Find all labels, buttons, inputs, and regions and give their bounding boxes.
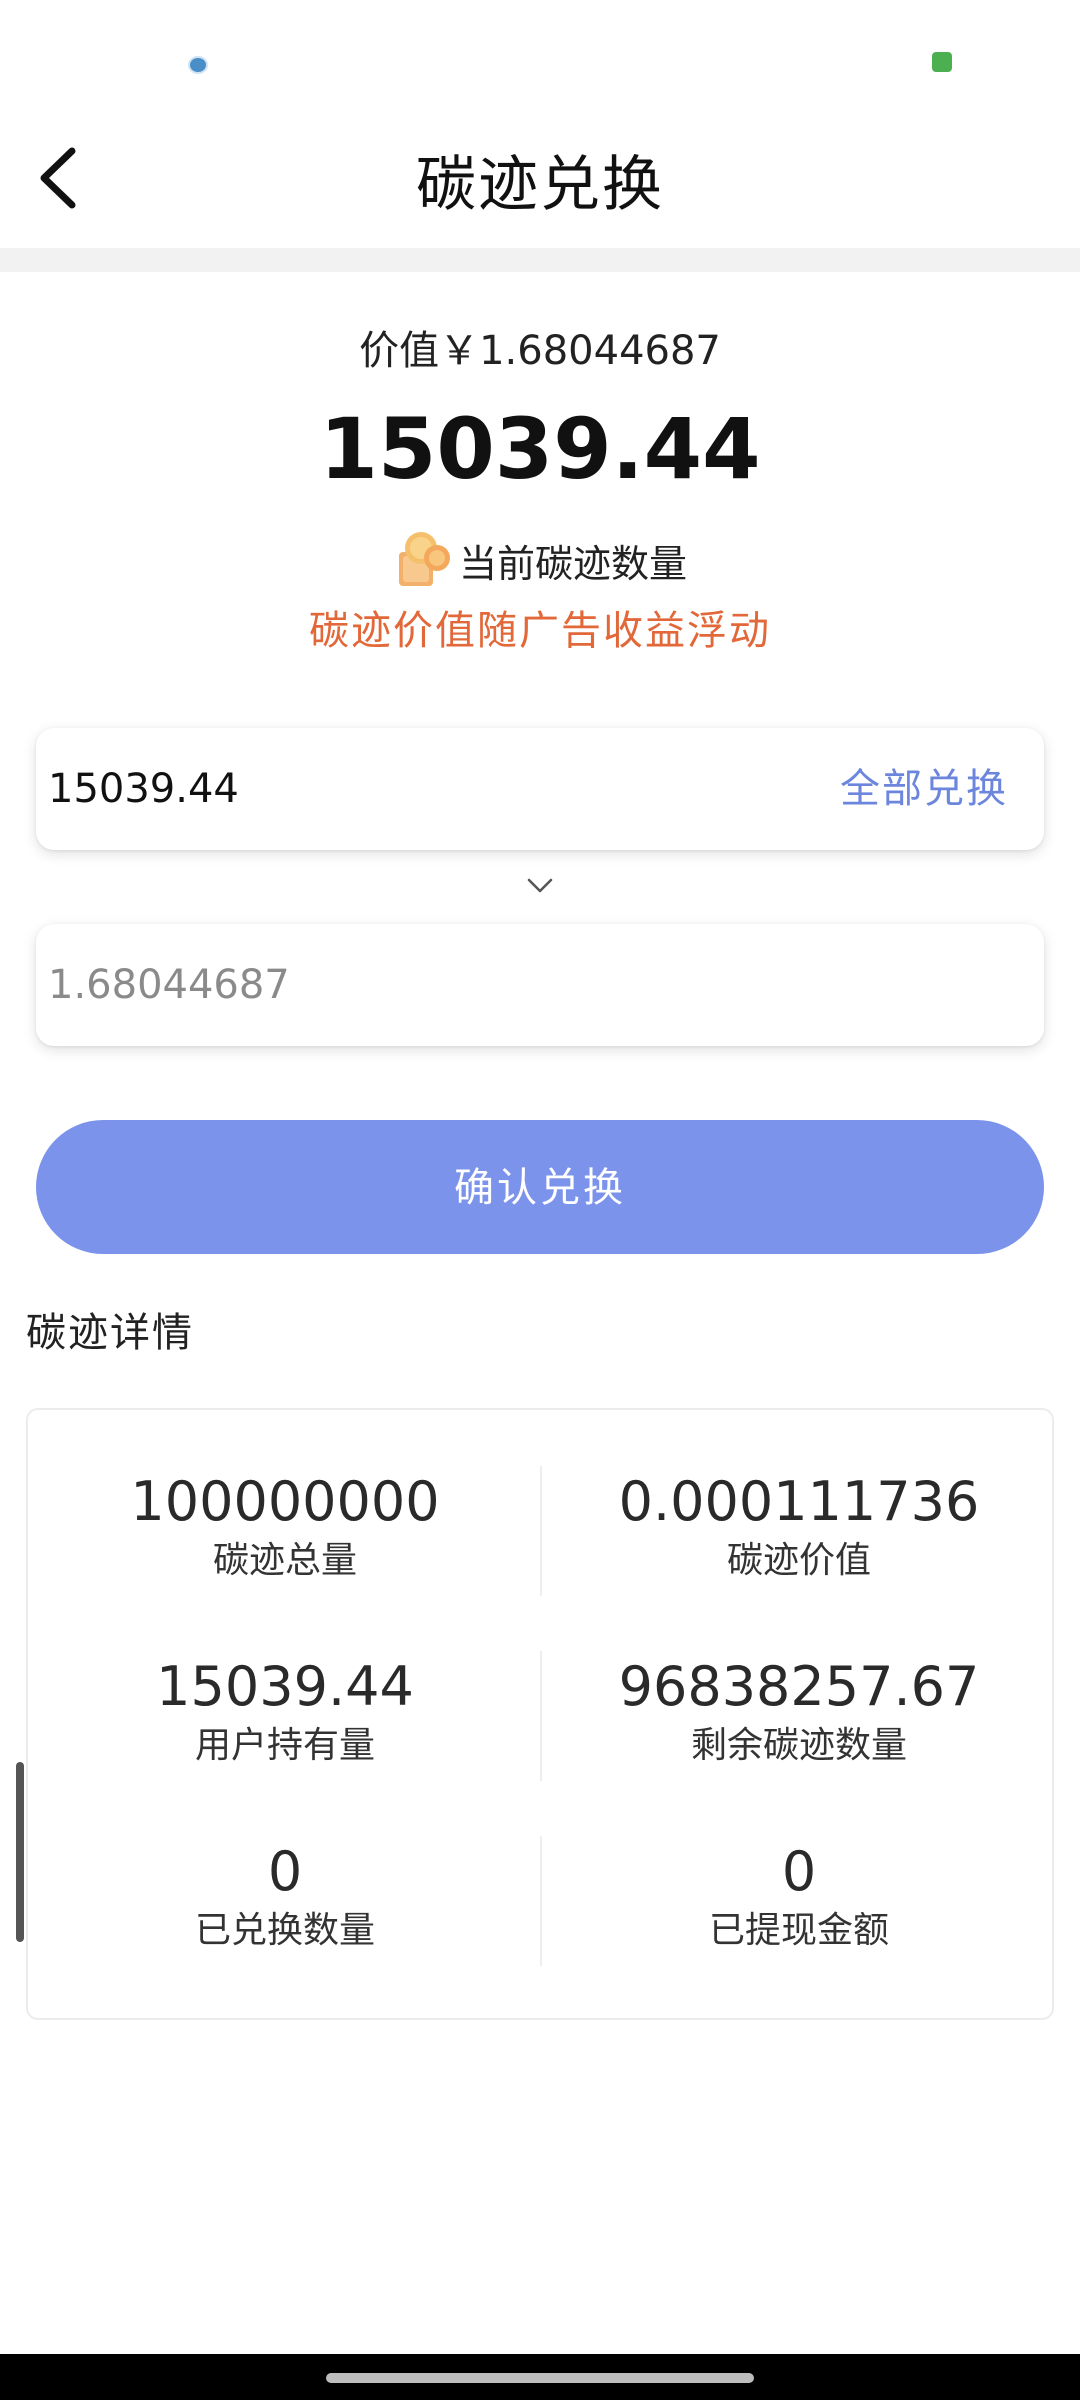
exchange-all-button[interactable]: 全部兑换	[840, 728, 1008, 850]
stat-label: 已兑换数量	[194, 1910, 375, 1951]
stat-value: 15039.44	[156, 1655, 414, 1718]
stat-value: 0.000111736	[618, 1470, 980, 1533]
carbon-input-card: 全部兑换	[36, 728, 1044, 850]
app-notification-icon	[188, 56, 208, 74]
value-float-note: 碳迹价值随广告收益浮动	[309, 608, 771, 654]
stat-label: 用户持有量	[194, 1725, 375, 1766]
current-amount-label: 当前碳迹数量	[458, 541, 687, 586]
stat-withdrawn: 0 已提现金额	[542, 1840, 1056, 1956]
cash-output-card	[36, 924, 1044, 1046]
home-gesture-handle[interactable]	[326, 2373, 754, 2383]
stat-label: 剩余碳迹数量	[690, 1725, 907, 1766]
details-card: 100000000 碳迹总量 0.000111736 碳迹价值 15039.44…	[26, 1408, 1054, 2020]
stat-exchanged: 0 已兑换数量	[28, 1840, 542, 1956]
current-amount-row: 当前碳迹数量	[0, 528, 1080, 592]
scrollbar[interactable]	[16, 1762, 24, 1942]
stat-value: 0	[781, 1840, 817, 1903]
stat-total: 100000000 碳迹总量	[28, 1470, 542, 1586]
stat-user-holding: 15039.44 用户持有量	[28, 1655, 542, 1771]
value-label: 价值￥1.68044687	[359, 328, 721, 374]
stat-value: 0	[267, 1840, 303, 1903]
battery-icon	[932, 52, 952, 72]
stat-remaining: 96838257.67 剩余碳迹数量	[542, 1655, 1056, 1771]
stat-label: 碳迹价值	[726, 1540, 871, 1581]
status-bar	[0, 0, 1080, 110]
stat-value: 100000000	[130, 1470, 440, 1533]
header-divider	[0, 248, 1080, 272]
cash-amount-field[interactable]	[48, 924, 828, 1046]
page-title: 碳迹兑换	[416, 150, 664, 220]
coins-icon	[393, 528, 453, 592]
confirm-exchange-button[interactable]: 确认兑换	[36, 1120, 1044, 1254]
header: 碳迹兑换	[0, 110, 1080, 248]
stat-label: 碳迹总量	[212, 1540, 357, 1581]
chevron-down-icon	[527, 878, 553, 893]
carbon-amount: 15039.44	[319, 400, 761, 498]
carbon-amount-input[interactable]	[48, 728, 828, 850]
stat-label: 已提现金额	[708, 1910, 889, 1951]
stat-unit-value: 0.000111736 碳迹价值	[542, 1470, 1056, 1586]
stat-value: 96838257.67	[618, 1655, 980, 1718]
details-title: 碳迹详情	[26, 1310, 194, 1356]
